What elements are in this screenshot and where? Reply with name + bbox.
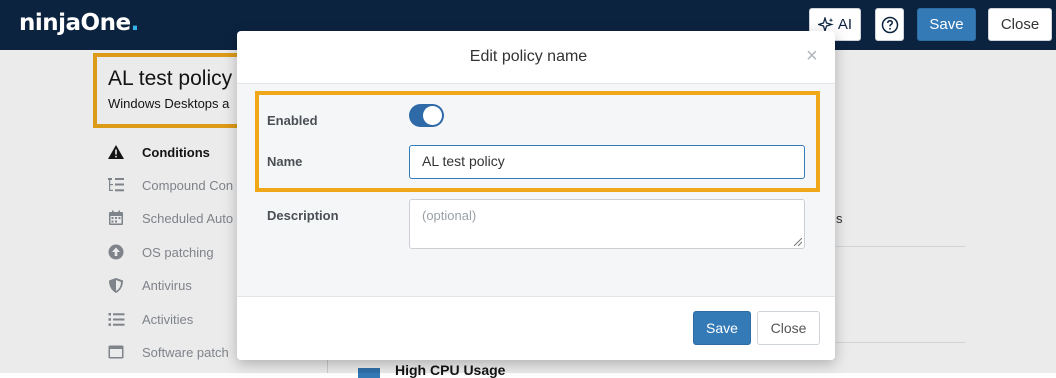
question-circle-icon	[881, 16, 898, 33]
dialog-close-icon[interactable]: ×	[806, 45, 818, 68]
close-button[interactable]: Close	[988, 8, 1052, 41]
description-input[interactable]: (optional)	[409, 199, 805, 249]
resize-handle-icon[interactable]	[794, 238, 802, 246]
edit-policy-name-dialog: Edit policy name × Enabled Name AL test …	[237, 31, 835, 360]
ninjaone-logo[interactable]: ninjaOne.	[19, 10, 139, 36]
save-button[interactable]: Save	[917, 8, 976, 41]
dialog-title: Edit policy name	[469, 48, 588, 65]
description-placeholder: (optional)	[422, 208, 477, 223]
help-button[interactable]	[875, 8, 904, 41]
highlight-box-fields	[255, 91, 820, 192]
dialog-close-button[interactable]: Close	[757, 311, 820, 345]
dialog-save-button[interactable]: Save	[693, 311, 751, 345]
dialog-footer-divider	[237, 296, 835, 297]
ai-button-label: AI	[837, 16, 853, 33]
description-label: Description	[267, 208, 339, 223]
